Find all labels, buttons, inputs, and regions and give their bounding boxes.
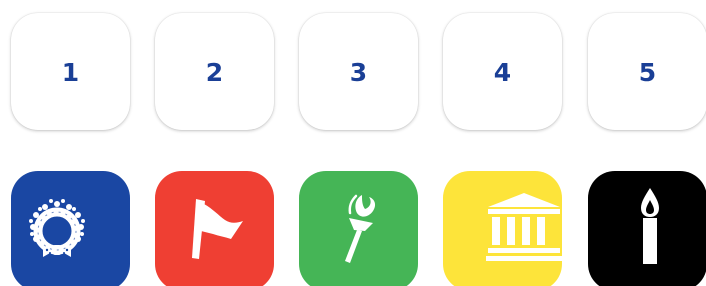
number-tile-2[interactable]: 2 xyxy=(155,13,274,130)
number-label: 3 xyxy=(349,58,368,87)
wreath-icon xyxy=(29,199,85,257)
number-label: 5 xyxy=(638,58,657,87)
flag-icon xyxy=(192,199,243,259)
number-label: 1 xyxy=(61,58,80,87)
torch-icon xyxy=(345,194,376,263)
tile-grid: 1 2 3 4 5 xyxy=(0,0,706,286)
number-tile-4[interactable]: 4 xyxy=(443,13,562,130)
number-tile-1[interactable]: 1 xyxy=(11,13,130,130)
candle-tile[interactable] xyxy=(588,171,706,286)
number-tile-5[interactable]: 5 xyxy=(588,13,706,130)
number-tile-3[interactable]: 3 xyxy=(299,13,418,130)
museum-tile[interactable] xyxy=(443,171,562,286)
flag-tile[interactable] xyxy=(155,171,274,286)
number-label: 2 xyxy=(205,58,224,87)
number-label: 4 xyxy=(493,58,512,87)
wreath-tile[interactable] xyxy=(11,171,130,286)
torch-tile[interactable] xyxy=(299,171,418,286)
museum-icon xyxy=(486,193,562,261)
candle-icon xyxy=(641,188,659,264)
